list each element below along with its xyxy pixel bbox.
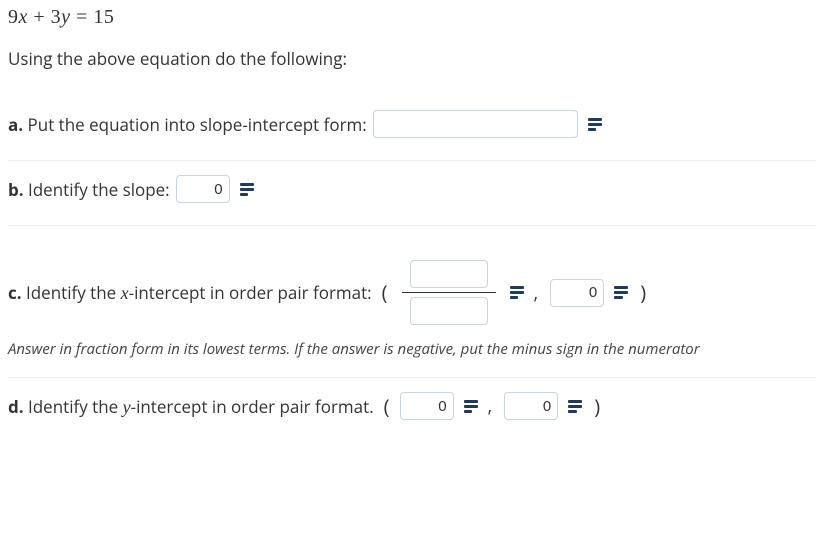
- close-paren: ): [594, 393, 600, 420]
- part-c-denominator-input[interactable]: [410, 297, 488, 325]
- instructions-text: Using the above equation do the followin…: [8, 47, 816, 70]
- part-b-label: b. Identify the slope:: [8, 178, 170, 201]
- keypad-icon[interactable]: [566, 397, 584, 415]
- part-d-y-input[interactable]: [504, 392, 558, 420]
- open-paren: (: [382, 279, 388, 306]
- given-equation: 9x + 3y = 15: [8, 6, 816, 29]
- fraction-input-group: [402, 260, 496, 325]
- part-c-y-input[interactable]: [550, 279, 604, 307]
- part-d-label: d. Identify the y-intercept in order pai…: [8, 395, 374, 418]
- keypad-icon[interactable]: [612, 284, 630, 302]
- part-c-hint: Answer in fraction form in its lowest te…: [8, 339, 816, 359]
- part-c-numerator-input[interactable]: [410, 260, 488, 288]
- part-d-x-input[interactable]: [400, 392, 454, 420]
- part-d: d. Identify the y-intercept in order pai…: [8, 378, 816, 442]
- keypad-icon[interactable]: [508, 284, 526, 302]
- keypad-icon[interactable]: [238, 180, 256, 198]
- keypad-icon[interactable]: [462, 397, 480, 415]
- comma-separator: ,: [488, 394, 493, 418]
- open-paren: (: [384, 393, 390, 420]
- part-c: c. Identify the x-intercept in order pai…: [8, 226, 816, 335]
- part-a-label: a. Put the equation into slope-intercept…: [8, 113, 367, 136]
- part-b: b. Identify the slope:: [8, 161, 816, 226]
- keypad-icon[interactable]: [586, 115, 604, 133]
- close-paren: ): [640, 279, 646, 306]
- part-a: a. Put the equation into slope-intercept…: [8, 96, 816, 161]
- comma-separator: ,: [534, 281, 539, 305]
- part-a-input[interactable]: [373, 110, 578, 138]
- part-b-input[interactable]: [176, 175, 230, 203]
- fraction-bar: [402, 292, 496, 293]
- part-c-label: c. Identify the x-intercept in order pai…: [8, 281, 372, 304]
